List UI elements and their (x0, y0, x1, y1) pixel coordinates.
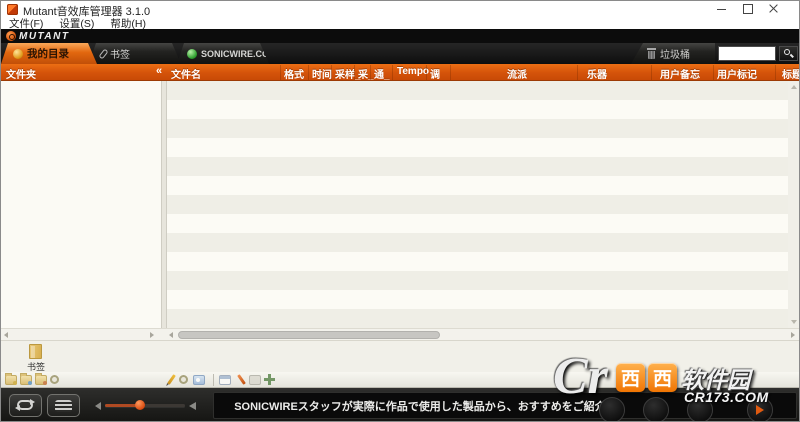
list-scroll-left-icon[interactable] (169, 332, 173, 338)
playback-device-button[interactable] (47, 394, 80, 417)
list-settings-icon[interactable] (179, 375, 188, 384)
import-folder-button[interactable] (20, 375, 32, 385)
search-button[interactable] (779, 46, 798, 61)
column-channels[interactable]: 通_ (374, 66, 390, 81)
edit-pencil-icon[interactable] (167, 374, 176, 385)
column-filename[interactable]: 文件名 (171, 66, 201, 81)
main-area (1, 81, 799, 328)
tab-bar: 我的目录 书签 SONICWIRE.COM 垃圾桶 (1, 43, 799, 64)
column-format[interactable]: 格式 (284, 66, 304, 81)
tab-sonicwire[interactable]: SONICWIRE.COM (177, 43, 269, 64)
horizontal-scrollbar-row (1, 328, 799, 340)
search-icon (784, 49, 790, 55)
column-genre[interactable]: 流派 (507, 66, 527, 81)
loop-button[interactable] (9, 394, 42, 417)
brand-bar: MUTANT (1, 29, 799, 43)
tab-my-catalog[interactable]: 我的目录 (1, 43, 97, 64)
player-bar: SONICWIREスタッフが実際に作品で使用した製品から、おすすめをご紹介 (1, 388, 799, 422)
vertical-scrollbar[interactable] (788, 81, 799, 328)
app-window: Mutant音效库管理器 3.1.0 文件(F) 设置(S) 帮助(H) MUT… (0, 0, 800, 422)
trash-drop-zone[interactable]: 垃圾桶 (631, 43, 715, 64)
volume-low-icon (95, 402, 101, 410)
app-icon (7, 4, 18, 15)
annotate-pen-icon[interactable] (237, 374, 246, 385)
maximize-button[interactable] (735, 1, 761, 17)
column-sample[interactable]: 采_ (358, 66, 374, 81)
column-time[interactable]: 时间 (312, 66, 332, 81)
toolbar (1, 372, 799, 388)
paperclip-icon (98, 48, 108, 59)
toolbar-divider (213, 374, 214, 386)
left-panel-scroll-right-icon[interactable] (150, 332, 154, 338)
menubar: 文件(F) 设置(S) 帮助(H) (1, 17, 799, 29)
column-folder[interactable]: 文件夹 (6, 66, 36, 81)
tab-my-catalog-label: 我的目录 (27, 46, 69, 61)
speaker-grille-icon (55, 400, 72, 412)
column-user-memo[interactable]: 用户备忘 (660, 66, 700, 81)
refresh-folder-button[interactable] (35, 375, 47, 385)
folder-settings-icon[interactable] (50, 375, 59, 384)
column-title[interactable]: 标题 (782, 66, 800, 81)
news-ticker: SONICWIREスタッフが実際に作品で使用した製品から、おすすめをご紹介 (213, 392, 797, 419)
artwork-icon[interactable] (193, 375, 205, 385)
minimize-button[interactable] (709, 1, 735, 17)
brand-name: MUTANT (19, 31, 69, 42)
column-samplerate[interactable]: 采样_ (335, 66, 361, 81)
mutant-logo-icon (6, 31, 16, 41)
search-input[interactable] (718, 46, 776, 61)
loop-icon (17, 400, 33, 410)
shortcut-panel: 书签 (1, 340, 799, 372)
bookmark-folder-icon[interactable] (29, 344, 42, 359)
column-instrument[interactable]: 乐器 (587, 66, 607, 81)
columns-view-icon[interactable] (219, 375, 231, 385)
column-header-row: 文件夹 « 文件名 格式 时间 采样_ 采_ 通_ Tempo 调 流派 乐器 … (1, 64, 799, 81)
column-user-mark[interactable]: 用户标记 (717, 66, 757, 81)
window-controls (709, 1, 787, 17)
left-panel-scroll-left-icon[interactable] (4, 332, 8, 338)
catalog-icon (13, 49, 23, 59)
select-box-icon[interactable] (249, 375, 261, 385)
scroll-down-icon[interactable] (791, 320, 797, 324)
volume-fill (105, 404, 139, 407)
list-scroll-right-icon[interactable] (791, 332, 795, 338)
trash-label: 垃圾桶 (660, 46, 690, 61)
add-move-icon[interactable] (264, 374, 275, 385)
column-key[interactable]: 调 (430, 66, 440, 81)
tab-sonicwire-label: SONICWIRE.COM (201, 49, 277, 59)
volume-high-icon (189, 402, 196, 410)
tab-bookmarks[interactable]: 书签 (89, 43, 181, 64)
tab-bookmarks-label: 书签 (110, 46, 130, 61)
file-list[interactable] (167, 81, 788, 328)
volume-slider[interactable] (105, 404, 185, 407)
trash-icon (647, 48, 656, 59)
collapse-panel-button[interactable]: « (156, 65, 162, 77)
close-button[interactable] (761, 1, 787, 17)
sonicwire-icon (187, 49, 197, 59)
horizontal-scrollbar-thumb[interactable] (178, 331, 440, 339)
folder-tree-panel[interactable] (1, 81, 161, 328)
news-ticker-text: SONICWIREスタッフが実際に作品で使用した製品から、おすすめをご紹介 (234, 398, 606, 414)
column-tempo[interactable]: Tempo (397, 66, 429, 77)
new-folder-button[interactable] (5, 375, 17, 385)
scroll-up-icon[interactable] (791, 85, 797, 89)
volume-knob[interactable] (135, 400, 145, 410)
